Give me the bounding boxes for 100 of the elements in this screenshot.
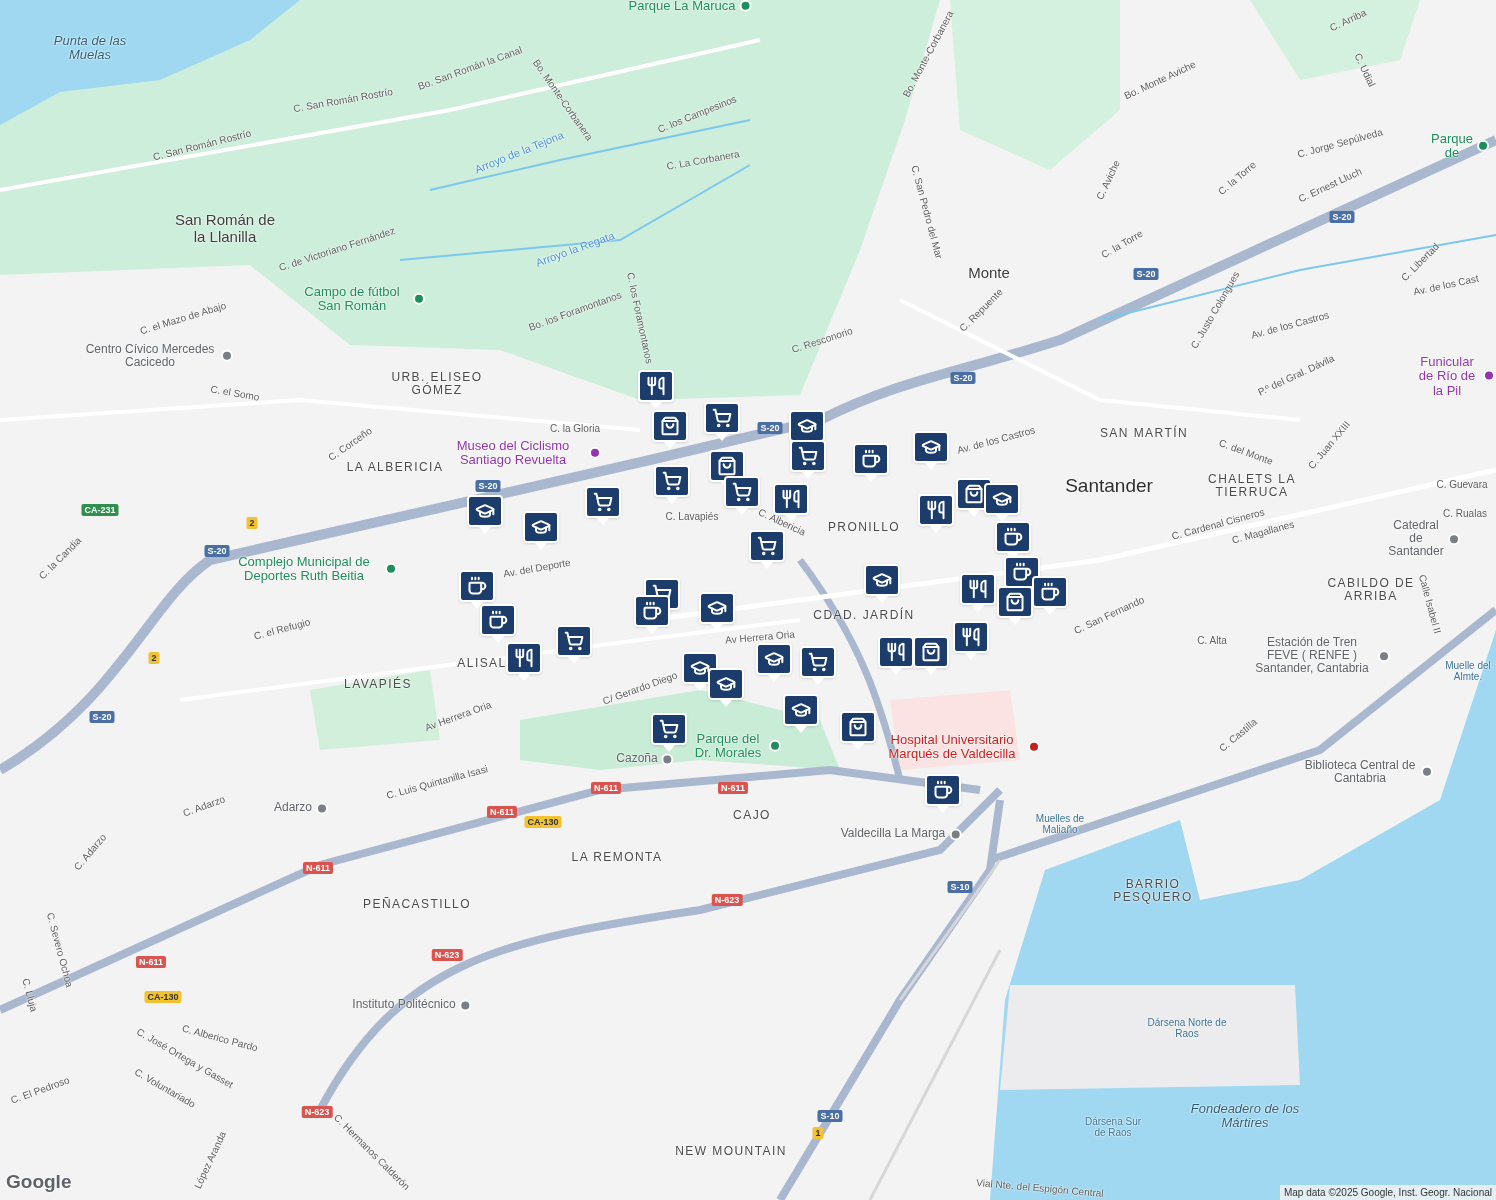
district-name: CHALETS LA TIERRUCA <box>1207 472 1297 500</box>
map-marker[interactable] <box>708 668 744 707</box>
road-number-sign: 2 <box>246 517 258 529</box>
map-marker[interactable] <box>853 443 889 482</box>
street-name: Vial Nte. del Espigón Central <box>975 1176 1105 1200</box>
road-number-sign: S-20 <box>1133 268 1159 280</box>
map-marker[interactable] <box>480 604 516 643</box>
place-pin-icon <box>221 350 233 362</box>
map-marker[interactable] <box>556 625 592 664</box>
place-label: Museo del Ciclismo Santiago Revuelta <box>455 438 571 468</box>
district-name: NEW MOUNTAIN <box>675 1145 787 1159</box>
road-number-sign: S-20 <box>89 711 115 723</box>
map-marker[interactable] <box>913 636 949 675</box>
district-name: PEÑACASTILLO <box>363 898 471 912</box>
graduation-cap-icon <box>690 658 710 678</box>
map-marker[interactable] <box>913 431 949 470</box>
street-name: C. Adarzo <box>181 793 227 819</box>
place-label: Centro Cívico Mercedes Cacicedo <box>84 342 216 370</box>
place-pin-icon <box>739 0 752 12</box>
utensils-icon <box>781 489 801 509</box>
street-name: C. San Román Rostrío <box>292 85 394 115</box>
map-marker[interactable] <box>651 713 687 752</box>
map-marker[interactable] <box>925 774 961 813</box>
street-name: Av. de los Cast <box>1412 272 1480 298</box>
graduation-cap-icon <box>531 517 551 537</box>
road-number-sign: S-20 <box>757 422 783 434</box>
map-marker[interactable] <box>960 573 996 612</box>
street-name: C. el Somo <box>209 383 261 403</box>
district-name: PRONILLO <box>827 521 901 535</box>
map-marker[interactable] <box>864 564 900 603</box>
street-name: Calle Isabel II <box>1416 573 1444 635</box>
district-name: SAN MARTÍN <box>1099 427 1189 441</box>
street-name: P.º del Gral. Dávila <box>1256 352 1336 398</box>
cup-icon <box>861 449 881 469</box>
shopping-cart-icon <box>712 408 732 428</box>
utensils-icon <box>926 500 946 520</box>
shopping-bag-icon <box>660 416 680 436</box>
place-label: Parque de <box>1431 131 1473 161</box>
map-marker[interactable] <box>840 711 876 750</box>
street-name: C. Alberico Pardo <box>181 1022 259 1054</box>
water-label: Dársena Norte de Raos <box>1147 1017 1227 1039</box>
road-number-sign: S-20 <box>1329 211 1355 223</box>
place-name: Monte <box>968 264 1010 282</box>
district-name: URB. ELISEO GÓMEZ <box>390 370 484 398</box>
map-marker[interactable] <box>997 586 1033 625</box>
place-label: Parque La Maruca <box>628 0 736 14</box>
map-marker[interactable] <box>790 440 826 479</box>
cup-icon <box>1003 527 1023 547</box>
map-marker[interactable] <box>585 486 621 525</box>
shopping-bag-icon <box>848 717 868 737</box>
map-marker[interactable] <box>523 511 559 550</box>
map-marker[interactable] <box>800 646 836 685</box>
map-marker[interactable] <box>878 636 914 675</box>
utensils-icon <box>961 627 981 647</box>
map-marker[interactable] <box>506 642 542 681</box>
place-pin-icon <box>385 563 397 575</box>
road-number-sign: CA-231 <box>81 504 119 516</box>
cup-icon <box>933 780 953 800</box>
place-label: Funicular de Río de la Pil <box>1417 354 1477 398</box>
place-label: Campo de fútbol San Román <box>303 284 401 314</box>
place-label: Cazoña <box>616 752 658 766</box>
shopping-bag-icon <box>1005 592 1025 612</box>
road-number-sign: S-10 <box>817 1110 843 1122</box>
map-marker[interactable] <box>953 621 989 660</box>
place-pin-icon <box>1421 766 1433 778</box>
map-marker[interactable] <box>724 476 760 515</box>
map-marker[interactable] <box>467 495 503 534</box>
road-number-sign: S-20 <box>475 480 501 492</box>
map-marker[interactable] <box>652 410 688 449</box>
map-marker[interactable] <box>459 570 495 609</box>
map-marker[interactable] <box>638 370 674 409</box>
road-number-sign: N-623 <box>431 949 463 961</box>
street-name: Av. de los Castros <box>955 424 1037 456</box>
city-name: Santander <box>1065 475 1153 497</box>
map-marker[interactable] <box>756 643 792 682</box>
cup-icon <box>1012 562 1032 582</box>
map-marker[interactable] <box>1032 576 1068 615</box>
district-name: ALISAL <box>457 657 507 671</box>
map-marker[interactable] <box>654 465 690 504</box>
graduation-cap-icon <box>707 598 727 618</box>
street-name: C. Alta <box>1197 634 1227 646</box>
map-marker[interactable] <box>704 402 740 441</box>
shopping-bag-icon <box>717 456 737 476</box>
map-marker[interactable] <box>783 694 819 733</box>
district-name: CABILDO DE ARRIBA <box>1326 576 1416 604</box>
street-name: C. La Corbanera <box>665 148 741 172</box>
street-name: C. Lavapiés <box>665 510 719 522</box>
graduation-cap-icon <box>764 649 784 669</box>
shopping-cart-icon <box>808 652 828 672</box>
map-marker[interactable] <box>699 592 735 631</box>
map-marker[interactable] <box>634 595 670 634</box>
graduation-cap-icon <box>872 570 892 590</box>
shopping-bag-icon <box>921 642 941 662</box>
graduation-cap-icon <box>716 674 736 694</box>
map-marker[interactable] <box>984 483 1020 522</box>
place-label: Complejo Municipal de Deportes Ruth Beitia <box>237 554 371 584</box>
map-marker[interactable] <box>918 494 954 533</box>
water-label: Muelle del Almte. <box>1444 660 1492 682</box>
graduation-cap-icon <box>797 416 817 436</box>
shopping-cart-icon <box>798 446 818 466</box>
